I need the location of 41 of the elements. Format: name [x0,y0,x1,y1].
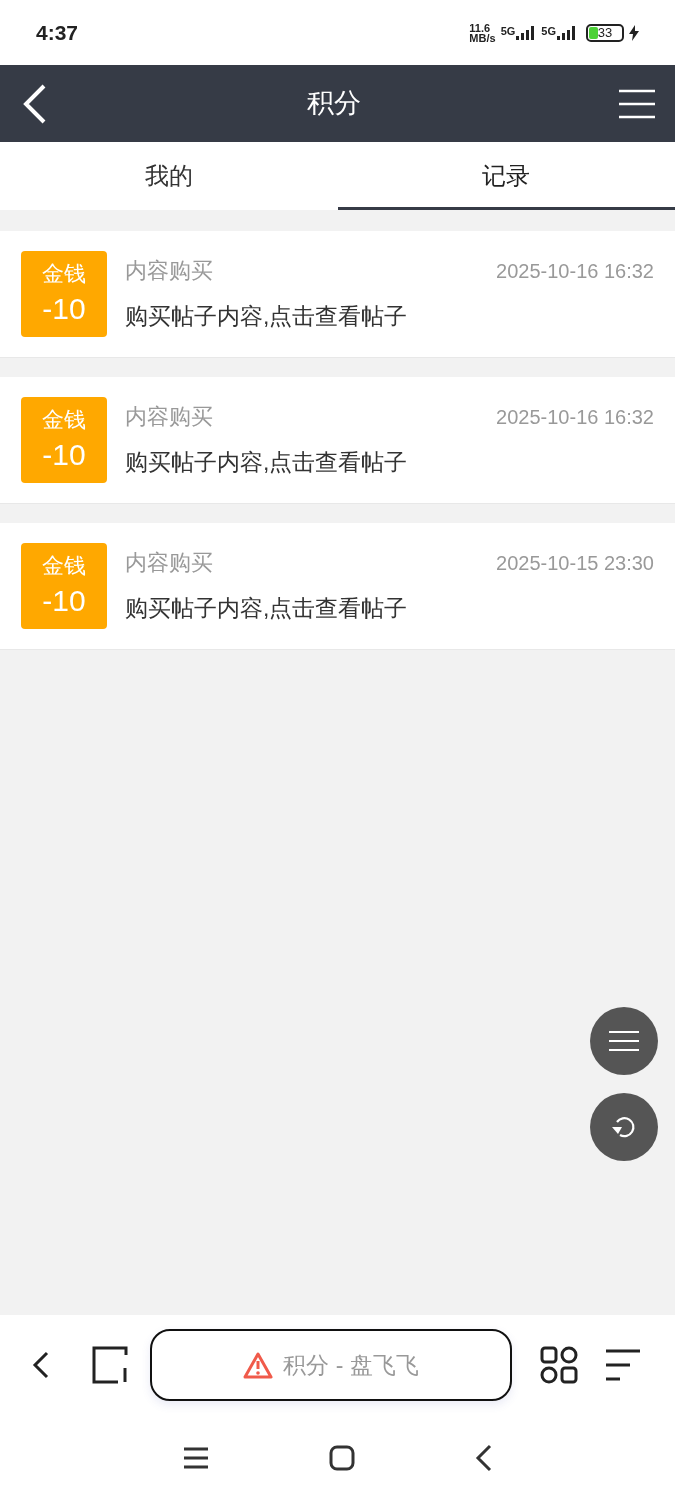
record-description: 购买帖子内容,点击查看帖子 [125,594,409,624]
tab[interactable]: 我的 [0,142,338,210]
menu-icon[interactable] [606,1349,640,1381]
warning-icon [243,1351,274,1379]
grid-icon[interactable] [540,1346,578,1384]
badge-amount: -10 [42,583,86,619]
page-title: 积分 [306,87,361,121]
battery-level: 33 [597,26,613,39]
signal-icon [516,25,537,40]
back-icon[interactable] [474,1443,493,1472]
record-category: 内容购买 [125,549,213,578]
record-row[interactable]: 金钱 -10 内容购买 2025-10-16 16:32 购买帖子内容,点击查看帖子 [0,377,675,504]
badge-amount: -10 [42,291,86,327]
refresh-icon [611,1114,637,1140]
record-category: 内容购买 [125,403,213,432]
page-address: 积分 - 盘飞飞 [283,1350,419,1380]
record-row[interactable]: 金钱 -10 内容购买 2025-10-16 16:32 购买帖子内容,点击查看帖子 [0,231,675,358]
charging-icon [629,24,639,41]
network-speed: 11.6 [469,22,492,33]
menu-icon [609,1031,639,1051]
record-time: 2025-10-16 16:32 [496,258,654,284]
network-speed-unit: MB/s [469,32,496,43]
record-category: 内容购买 [125,257,213,286]
record-time: 2025-10-16 16:32 [496,404,654,430]
tabs-icon[interactable] [92,1346,130,1384]
record-time: 2025-10-15 23:30 [496,550,654,576]
network-type: 5G [541,25,556,37]
tab[interactable]: 记录 [337,142,675,210]
record-description: 购买帖子内容,点击查看帖子 [125,448,409,478]
battery-fill [589,26,598,39]
home-icon[interactable] [328,1444,355,1471]
record-row[interactable]: 金钱 -10 内容购买 2025-10-15 23:30 购买帖子内容,点击查看帖子 [0,523,675,650]
signal-icon [557,25,577,40]
badge-label: 金钱 [42,260,86,288]
badge-label: 金钱 [42,406,86,434]
recent-apps-icon[interactable] [182,1446,209,1469]
badge-label: 金钱 [42,552,86,580]
record-description: 购买帖子内容,点击查看帖子 [125,302,409,332]
status-time: 4:37 [36,19,79,46]
network-type: 5G [500,25,516,37]
badge-amount: -10 [42,437,86,473]
